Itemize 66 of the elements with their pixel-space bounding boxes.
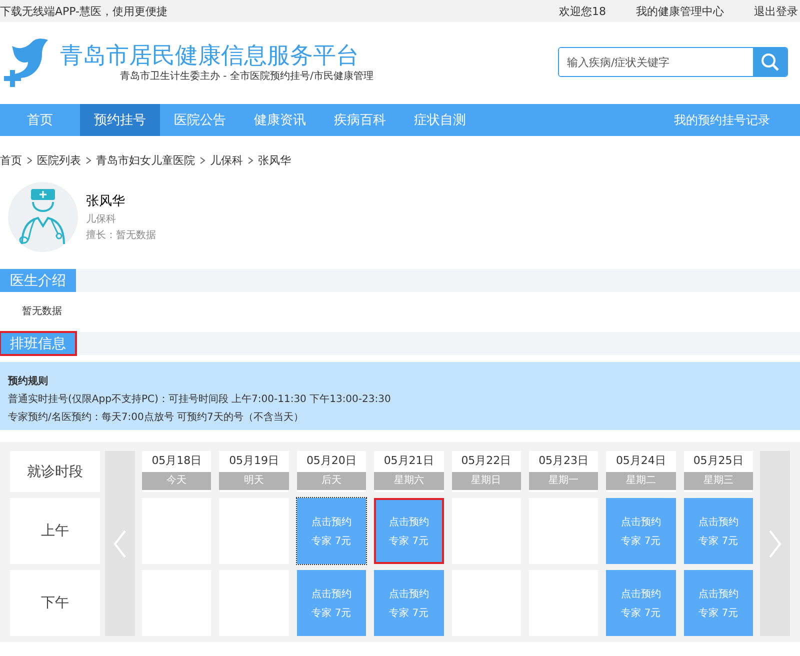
breadcrumb-link[interactable]: 首页 [0, 152, 22, 168]
search-button[interactable] [753, 48, 787, 76]
doctor-specialty: 擅长：暂无数据 [86, 228, 156, 242]
date-label: 05月19日 [228, 453, 280, 469]
period-label: 下午 [10, 570, 100, 636]
site-title: 青岛市居民健康信息服务平台 [60, 42, 360, 70]
weekday-label: 星期六 [374, 472, 444, 490]
top-link[interactable]: 我的健康管理中心 [636, 4, 724, 18]
rule-text: 专家预约/名医预约：每天7:00点放号 可预约7天的号（不含当天） [8, 410, 304, 424]
site-subtitle: 青岛市卫生计生委主办 - 全市医院预约挂号/市民健康管理 [120, 70, 374, 83]
book-slot-button[interactable]: 点击预约 专家 7元 [684, 498, 753, 564]
breadcrumb-link[interactable]: 儿保科 [210, 152, 243, 168]
section-title: 医生介绍 [0, 269, 76, 292]
book-slot-button[interactable]: 点击预约 专家 7元 [606, 498, 676, 564]
book-slot-button[interactable]: 点击预约 专家 7元 [374, 570, 444, 636]
weekday-label: 今天 [142, 472, 212, 490]
weekday-label: 星期三 [684, 472, 753, 490]
weekday-label: 明天 [219, 472, 289, 490]
book-slot-button[interactable]: 点击预约 专家 7元 [296, 498, 366, 564]
date-label: 05月21日 [382, 453, 435, 469]
chevron-right-icon [768, 528, 782, 558]
intro-text: 暂无数据 [21, 304, 63, 319]
next-arrow-button[interactable] [760, 451, 790, 636]
rule-text: 普通实时挂号(仅限App不支持PC)：可挂号时间段 上午7:00-11:30 下午13:00-23:30 [8, 392, 392, 406]
date-label: 05月24日 [614, 453, 667, 469]
nav-tab[interactable]: 症状自测 [400, 104, 480, 136]
search-field[interactable]: 输入疾病/症状关键字 [558, 47, 788, 77]
doctor-department: 儿保科 [86, 212, 117, 226]
breadcrumb-link[interactable]: 青岛市妇女儿童医院 [96, 152, 195, 168]
appointment-records-link[interactable]: 我的预约挂号记录 [674, 112, 770, 128]
previous-arrow-button[interactable] [105, 451, 135, 636]
chevron-icon [248, 156, 253, 164]
top-link[interactable]: 退出登录 [754, 4, 798, 18]
section-title: 排班信息 [0, 332, 76, 355]
nav-tab[interactable]: 医院公告 [160, 104, 240, 136]
date-label: 05月22日 [460, 453, 512, 469]
date-label: 05月25日 [692, 453, 744, 469]
book-slot-button[interactable]: 点击预约 专家 7元 [606, 570, 676, 636]
nav-tab[interactable]: 首页 [0, 104, 80, 136]
chevron-left-icon [113, 528, 127, 558]
period-label: 上午 [10, 498, 100, 564]
date-label: 05月23日 [538, 453, 590, 469]
weekday-label: 星期一 [528, 472, 598, 490]
breadcrumb-link[interactable]: 医院列表 [37, 152, 81, 168]
app-download-text[interactable]: 下载无线端APP-慧医，使用更便捷 [0, 4, 168, 18]
welcome-text: 欢迎您18 [559, 4, 606, 18]
chevron-icon [27, 156, 32, 164]
nav-tab[interactable]: 健康资讯 [240, 104, 320, 136]
book-slot-button[interactable]: 点击预约 专家 7元 [684, 570, 753, 636]
chevron-icon [86, 156, 91, 164]
doctor-name: 张风华 [86, 193, 126, 210]
doctor-avatar-icon [8, 182, 78, 252]
book-slot-button[interactable]: 点击预约 专家 7元 [296, 570, 366, 636]
nav-tab[interactable]: 疾病百科 [320, 104, 400, 136]
nav-tab[interactable]: 预约挂号 [80, 104, 160, 136]
weekday-label: 星期二 [606, 472, 676, 490]
search-icon [760, 52, 780, 72]
rules-title: 预约规则 [8, 374, 49, 388]
chevron-icon [200, 156, 205, 164]
breadcrumb-link[interactable]: 张风华 [258, 152, 291, 168]
weekday-label: 星期日 [452, 472, 521, 490]
period-header: 就诊时段 [10, 451, 100, 492]
date-label: 05月20日 [305, 453, 358, 469]
date-label: 05月18日 [150, 453, 203, 469]
book-slot-button[interactable]: 点击预约 专家 7元 [374, 498, 444, 564]
weekday-label: 后天 [296, 472, 366, 490]
